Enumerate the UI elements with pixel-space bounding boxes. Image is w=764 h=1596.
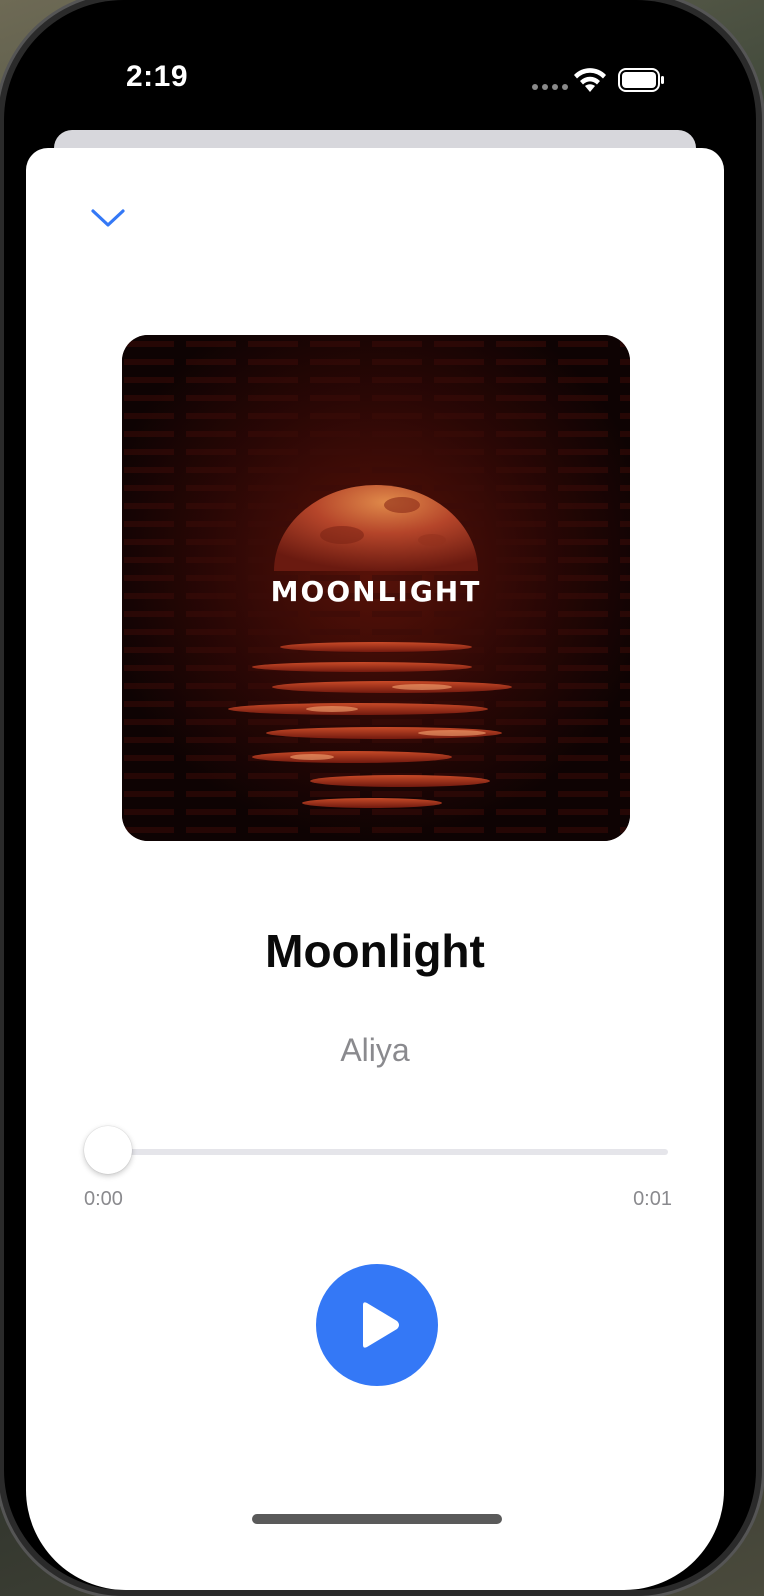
progress-thumb[interactable] xyxy=(84,1126,132,1174)
play-icon xyxy=(363,1302,399,1348)
now-playing-sheet: MOONLIGHT Moonlight Aliya 0:00 0:01 xyxy=(26,148,724,1590)
signal-dots-icon xyxy=(532,84,568,90)
progress-track[interactable] xyxy=(88,1149,668,1155)
artist-name: Aliya xyxy=(340,1032,410,1068)
phone-frame: 2:19 MOONLIGHT Moonlight Aliya 0:00 0:01 xyxy=(4,0,756,1590)
wifi-icon xyxy=(574,68,606,92)
play-button[interactable] xyxy=(316,1264,438,1386)
album-artwork: MOONLIGHT xyxy=(122,335,630,841)
chevron-down-icon xyxy=(91,209,125,227)
artwork-title: MOONLIGHT xyxy=(270,575,482,608)
battery-icon xyxy=(618,68,664,92)
collapse-button[interactable] xyxy=(86,198,130,238)
status-time: 2:19 xyxy=(126,60,189,93)
home-indicator[interactable] xyxy=(252,1514,502,1524)
total-time: 0:01 xyxy=(633,1188,672,1210)
song-title: Moonlight xyxy=(265,925,485,977)
status-bar: 2:19 xyxy=(4,0,756,130)
elapsed-time: 0:00 xyxy=(84,1188,123,1210)
